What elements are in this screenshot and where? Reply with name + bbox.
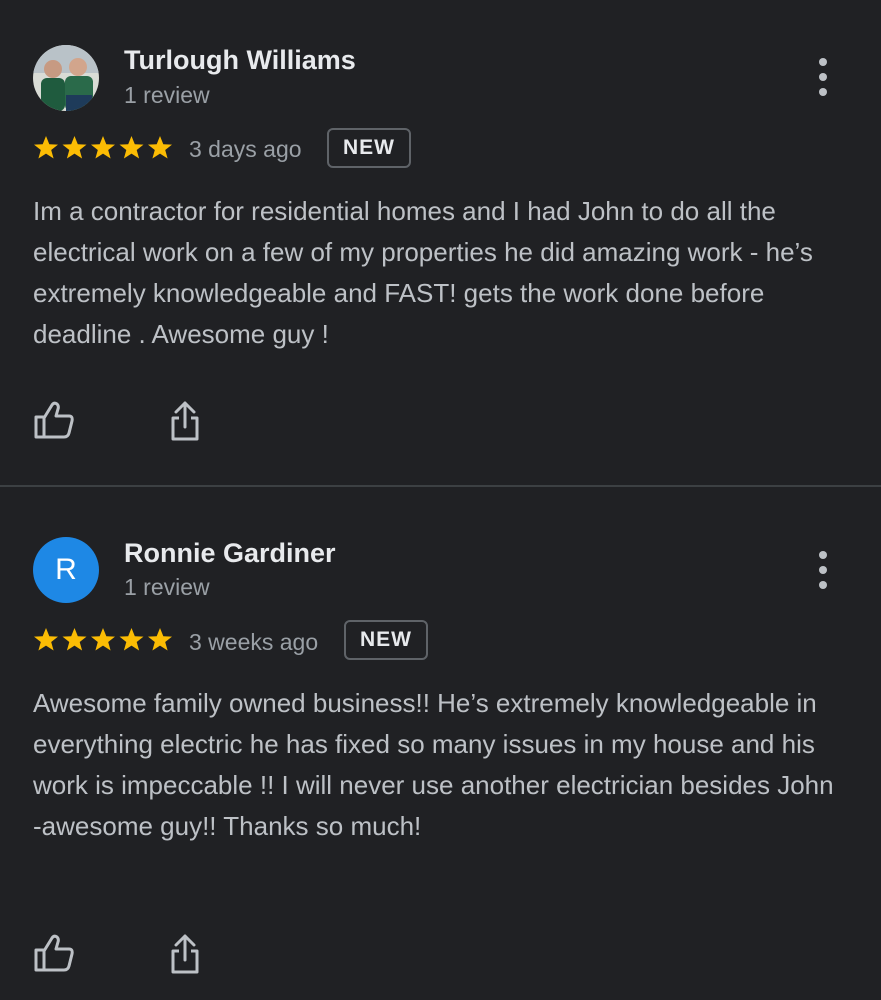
avatar-photo bbox=[33, 45, 99, 111]
star-icon bbox=[34, 628, 58, 651]
thumbs-up-icon[interactable] bbox=[33, 400, 75, 440]
avatar[interactable] bbox=[33, 45, 99, 111]
review-card: Turlough Williams 1 review 3 days ago NE… bbox=[0, 0, 881, 486]
review-text: Im a contractor for residential homes an… bbox=[33, 196, 813, 349]
star-icon bbox=[62, 136, 87, 159]
more-options-icon[interactable] bbox=[808, 551, 838, 589]
star-icon bbox=[62, 628, 87, 651]
review-count: 1 review bbox=[124, 574, 210, 600]
star-icon bbox=[119, 136, 144, 159]
star-rating bbox=[34, 628, 172, 651]
star-icon bbox=[91, 628, 115, 651]
star-icon bbox=[34, 136, 58, 159]
divider bbox=[0, 485, 881, 487]
share-icon[interactable] bbox=[166, 933, 204, 975]
star-rating bbox=[34, 136, 172, 159]
new-badge: NEW bbox=[344, 620, 428, 660]
review-time: 3 weeks ago bbox=[189, 629, 319, 655]
review-text: Awesome family owned business!! He’s ext… bbox=[33, 688, 834, 841]
author-name[interactable]: Ronnie Gardiner bbox=[124, 538, 336, 569]
thumbs-up-icon[interactable] bbox=[33, 933, 75, 973]
author-name[interactable]: Turlough Williams bbox=[124, 45, 356, 76]
review-card: R Ronnie Gardiner 1 review 3 weeks ago N… bbox=[0, 488, 881, 1000]
star-icon bbox=[91, 136, 115, 159]
avatar[interactable]: R bbox=[33, 537, 99, 603]
new-badge: NEW bbox=[327, 128, 411, 168]
share-icon[interactable] bbox=[166, 400, 204, 442]
review-count: 1 review bbox=[124, 82, 210, 108]
star-icon bbox=[119, 628, 144, 651]
review-time: 3 days ago bbox=[189, 136, 302, 162]
star-icon bbox=[148, 136, 172, 159]
more-options-icon[interactable] bbox=[808, 58, 838, 96]
star-icon bbox=[148, 628, 172, 651]
